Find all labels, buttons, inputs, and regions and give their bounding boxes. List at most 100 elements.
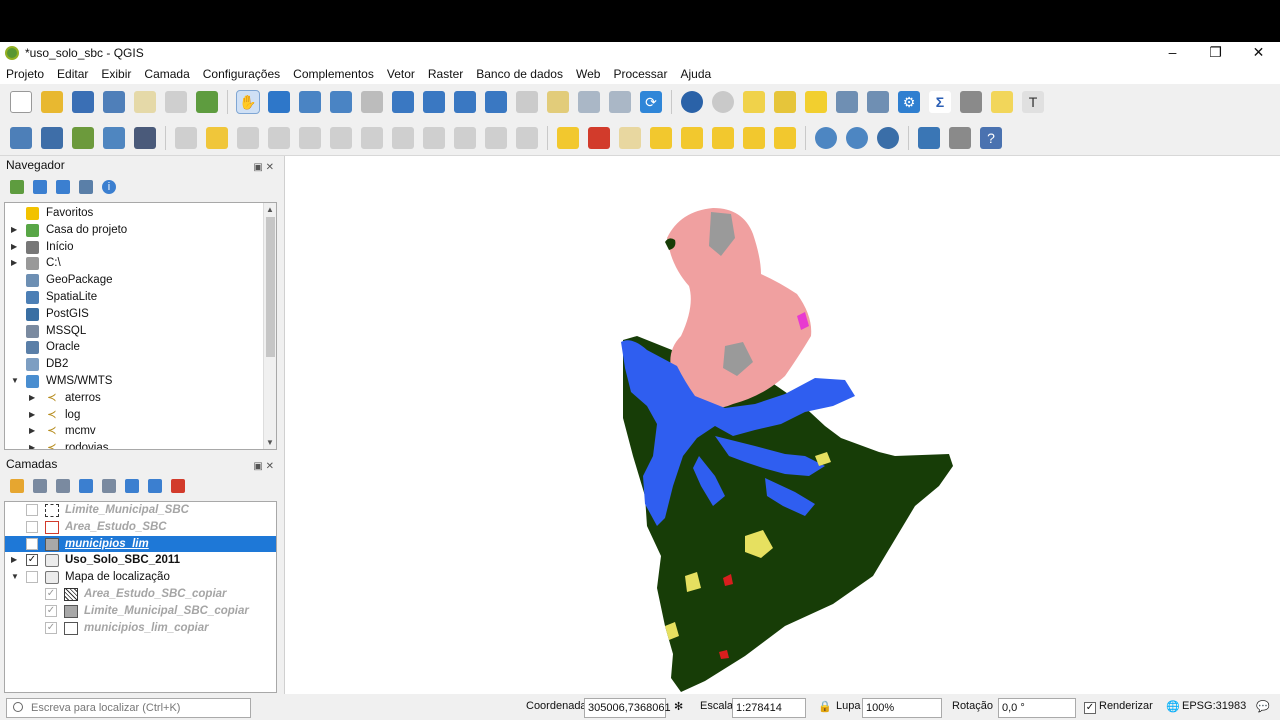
- navigator-item[interactable]: PostGIS: [5, 306, 263, 323]
- zoom-to-layer-icon[interactable]: [454, 91, 476, 113]
- menu-ajuda[interactable]: Ajuda: [680, 67, 711, 81]
- vertex-tool-icon[interactable]: [299, 126, 321, 149]
- menu-vetor[interactable]: Vetor: [387, 67, 415, 81]
- add-wms-layer-icon[interactable]: [815, 126, 837, 149]
- layer-visibility-checkbox[interactable]: [26, 520, 38, 533]
- panel-float-close-icon[interactable]: ▣ ✕: [253, 159, 274, 177]
- filter-expression-icon[interactable]: [102, 479, 116, 493]
- current-edits-icon[interactable]: [175, 126, 197, 149]
- menu-banco-de-dados[interactable]: Banco de dados: [476, 67, 563, 81]
- render-checkbox[interactable]: ✓: [1084, 702, 1096, 714]
- map-canvas[interactable]: [284, 156, 1280, 694]
- navigator-item[interactable]: ▶ C:\: [5, 255, 263, 272]
- style-manager-icon[interactable]: [196, 91, 218, 113]
- menu-exibir[interactable]: Exibir: [101, 67, 131, 81]
- crs-label[interactable]: EPSG:31983: [1182, 700, 1246, 712]
- properties-info-icon[interactable]: i: [102, 180, 116, 194]
- plugin-timer-icon[interactable]: [949, 126, 971, 149]
- layer-visibility-checkbox[interactable]: ✓: [45, 621, 57, 634]
- undo-icon[interactable]: [485, 126, 507, 149]
- zoom-next-icon[interactable]: [547, 91, 569, 113]
- rotate-label-icon[interactable]: [743, 126, 765, 149]
- magnifier-spinbox[interactable]: 100%: [862, 698, 942, 718]
- pan-hand-icon[interactable]: ✋: [236, 90, 260, 114]
- add-feature-icon[interactable]: [268, 126, 290, 149]
- wms-child-item[interactable]: ▶ ≺ rodovias: [5, 440, 263, 449]
- add-delimited-text-icon[interactable]: [134, 126, 156, 149]
- maximize-button[interactable]: ❐: [1194, 42, 1237, 64]
- label-abc-icon[interactable]: [557, 126, 579, 149]
- move-label-icon[interactable]: [712, 126, 734, 149]
- modify-attributes-icon[interactable]: [330, 126, 352, 149]
- filter-icon[interactable]: [56, 180, 70, 194]
- zoom-rubberband-icon[interactable]: [361, 91, 383, 113]
- expand-arrow-icon[interactable]: ▼: [11, 569, 19, 586]
- data-source-manager-icon[interactable]: [10, 126, 32, 149]
- add-raster-layer-icon[interactable]: [103, 126, 125, 149]
- new-map-view-icon[interactable]: [578, 91, 600, 113]
- field-calculator-icon[interactable]: [867, 91, 889, 113]
- wms-child-item[interactable]: ▶ ≺ log: [5, 407, 263, 424]
- refresh-icon[interactable]: [33, 180, 47, 194]
- add-selected-layers-icon[interactable]: [10, 180, 24, 194]
- new-geopackage-layer-icon[interactable]: [41, 126, 63, 149]
- select-by-value-icon[interactable]: [774, 91, 796, 113]
- minimize-button[interactable]: –: [1151, 42, 1194, 64]
- bookmark-icon[interactable]: [609, 91, 631, 113]
- highlight-pinned-labels-icon[interactable]: [650, 126, 672, 149]
- expand-arrow-icon[interactable]: ▶: [11, 552, 17, 569]
- zoom-native-icon[interactable]: [485, 91, 507, 113]
- messages-icon[interactable]: 💬: [1256, 700, 1270, 713]
- navigator-item[interactable]: ▶ Início: [5, 239, 263, 256]
- expand-arrow-icon[interactable]: ▶: [29, 440, 35, 449]
- diagram-icon[interactable]: [588, 126, 610, 149]
- wms-child-item[interactable]: ▶ ≺ aterros: [5, 390, 263, 407]
- menu-configuracoes[interactable]: Configurações: [203, 67, 280, 81]
- navigator-item[interactable]: GeoPackage: [5, 272, 263, 289]
- filter-legend-icon[interactable]: [79, 479, 93, 493]
- layout-manager-icon[interactable]: [165, 91, 187, 113]
- layer-item[interactable]: ✓ Area_Estudo_SBC_copiar: [5, 586, 276, 603]
- identify-icon[interactable]: [681, 91, 703, 113]
- navigator-item[interactable]: ▼ WMS/WMTS: [5, 373, 263, 390]
- zoom-last-icon[interactable]: [516, 91, 538, 113]
- remove-layer-icon[interactable]: [171, 479, 185, 493]
- menu-processar[interactable]: Processar: [613, 67, 667, 81]
- menu-projeto[interactable]: Projeto: [6, 67, 44, 81]
- add-vector-layer-icon[interactable]: [72, 126, 94, 149]
- layer-visibility-checkbox[interactable]: [26, 537, 38, 550]
- new-print-layout-icon[interactable]: [134, 91, 156, 113]
- navigator-scrollbar[interactable]: ▲ ▼: [263, 203, 276, 449]
- copy-features-icon[interactable]: [423, 126, 445, 149]
- select-features-icon[interactable]: [743, 91, 765, 113]
- expand-arrow-icon[interactable]: ▶: [11, 222, 17, 239]
- text-annotation-icon[interactable]: T: [1022, 91, 1044, 113]
- menu-web[interactable]: Web: [576, 67, 600, 81]
- layer-visibility-checkbox[interactable]: [26, 571, 38, 584]
- navigator-item[interactable]: ▶ Casa do projeto: [5, 222, 263, 239]
- save-as-icon[interactable]: [103, 91, 125, 113]
- lock-scale-icon[interactable]: 🔒: [818, 700, 832, 713]
- crs-globe-icon[interactable]: 🌐: [1166, 700, 1180, 713]
- scrollbar-thumb[interactable]: [266, 217, 275, 357]
- collapse-all-icon[interactable]: [79, 180, 93, 194]
- expand-all-icon[interactable]: [125, 479, 139, 493]
- show-hide-labels-icon[interactable]: [681, 126, 703, 149]
- deselect-icon[interactable]: [805, 91, 827, 113]
- layer-item[interactable]: Area_Estudo_SBC: [5, 519, 276, 536]
- expand-arrow-icon[interactable]: ▶: [29, 390, 35, 407]
- help-icon[interactable]: ?: [980, 126, 1002, 149]
- menu-raster[interactable]: Raster: [428, 67, 463, 81]
- layer-item[interactable]: municipios_lim: [5, 535, 276, 553]
- save-project-icon[interactable]: [72, 91, 94, 113]
- statistics-sigma-icon[interactable]: Σ: [929, 91, 951, 113]
- collapse-all-icon[interactable]: [148, 479, 162, 493]
- change-label-icon[interactable]: [774, 126, 796, 149]
- expand-arrow-icon[interactable]: ▶: [29, 407, 35, 424]
- close-button[interactable]: ✕: [1237, 42, 1280, 64]
- wms-child-item[interactable]: ▶ ≺ mcmv: [5, 423, 263, 440]
- manage-themes-icon[interactable]: [56, 479, 70, 493]
- layer-item[interactable]: Limite_Municipal_SBC: [5, 502, 276, 519]
- run-action-icon[interactable]: [712, 91, 734, 113]
- add-group-icon[interactable]: [33, 479, 47, 493]
